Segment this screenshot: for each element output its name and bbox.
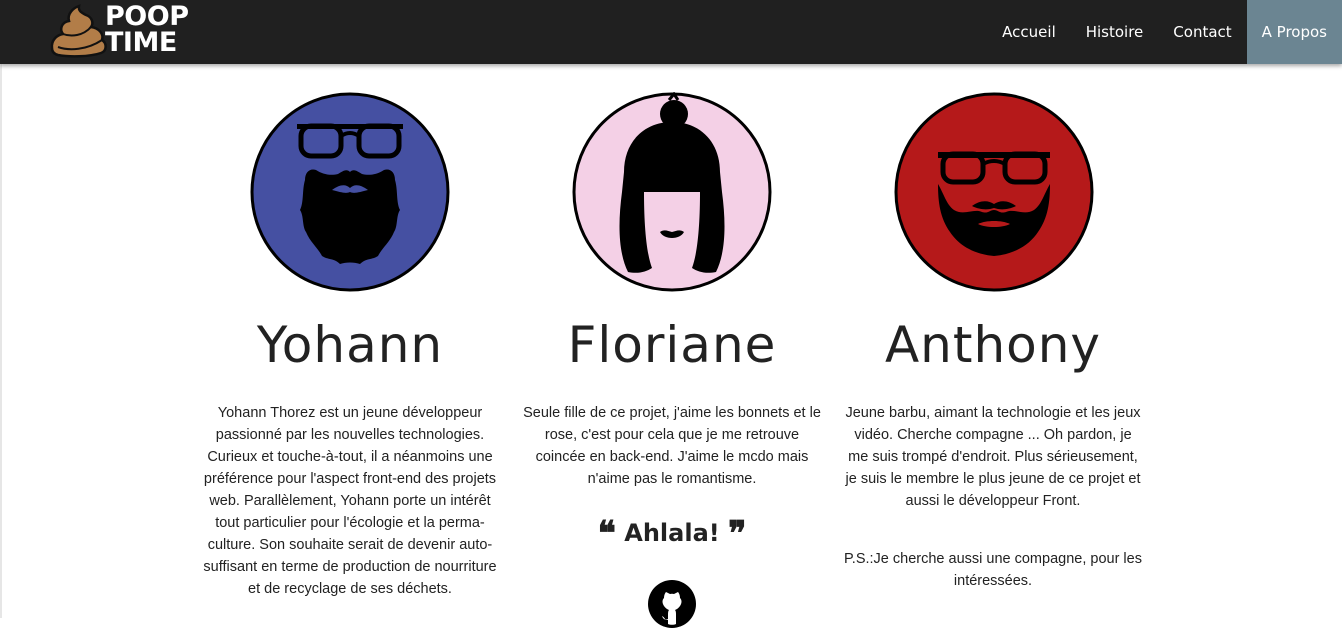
quote-text: Ahlala! (624, 519, 720, 547)
nav-contact[interactable]: Contact (1158, 0, 1246, 64)
brand-name: POOP TIME (105, 3, 225, 58)
member-name: Yohann (256, 316, 444, 374)
close-quote-icon: ❞ (728, 514, 747, 554)
member-bio: Yohann Thorez est un jeune développeur p… (203, 405, 497, 597)
navbar: POOP TIME Accueil Histoire Contact A Pro… (0, 0, 1342, 64)
brand-line-2: TIME (105, 27, 177, 58)
member-name: Anthony (884, 316, 1102, 374)
github-icon[interactable] (646, 578, 698, 630)
nav-histoire[interactable]: Histoire (1071, 0, 1159, 64)
bearded-man-glasses-icon (250, 92, 450, 292)
member-ps: P.S.:Je cherche aussi une compagne, pour… (844, 551, 1142, 589)
member-name: Floriane (567, 316, 777, 374)
open-quote-icon: ❝ (597, 514, 616, 554)
bearded-man-glasses-icon (894, 92, 1094, 292)
nav-accueil[interactable]: Accueil (987, 0, 1071, 64)
member-bio: Seule fille de ce projet, j'aime les bon… (523, 405, 821, 487)
page-edge (0, 64, 2, 618)
poop-icon (49, 2, 109, 63)
main-nav: Accueil Histoire Contact A Propos (987, 0, 1342, 64)
woman-beanie-icon (572, 92, 772, 292)
nav-a-propos[interactable]: A Propos (1246, 0, 1342, 64)
member-bio: Jeune barbu, aimant la technologie et le… (845, 405, 1141, 509)
member-quote: ❝ Ahlala! ❞ (522, 514, 822, 554)
